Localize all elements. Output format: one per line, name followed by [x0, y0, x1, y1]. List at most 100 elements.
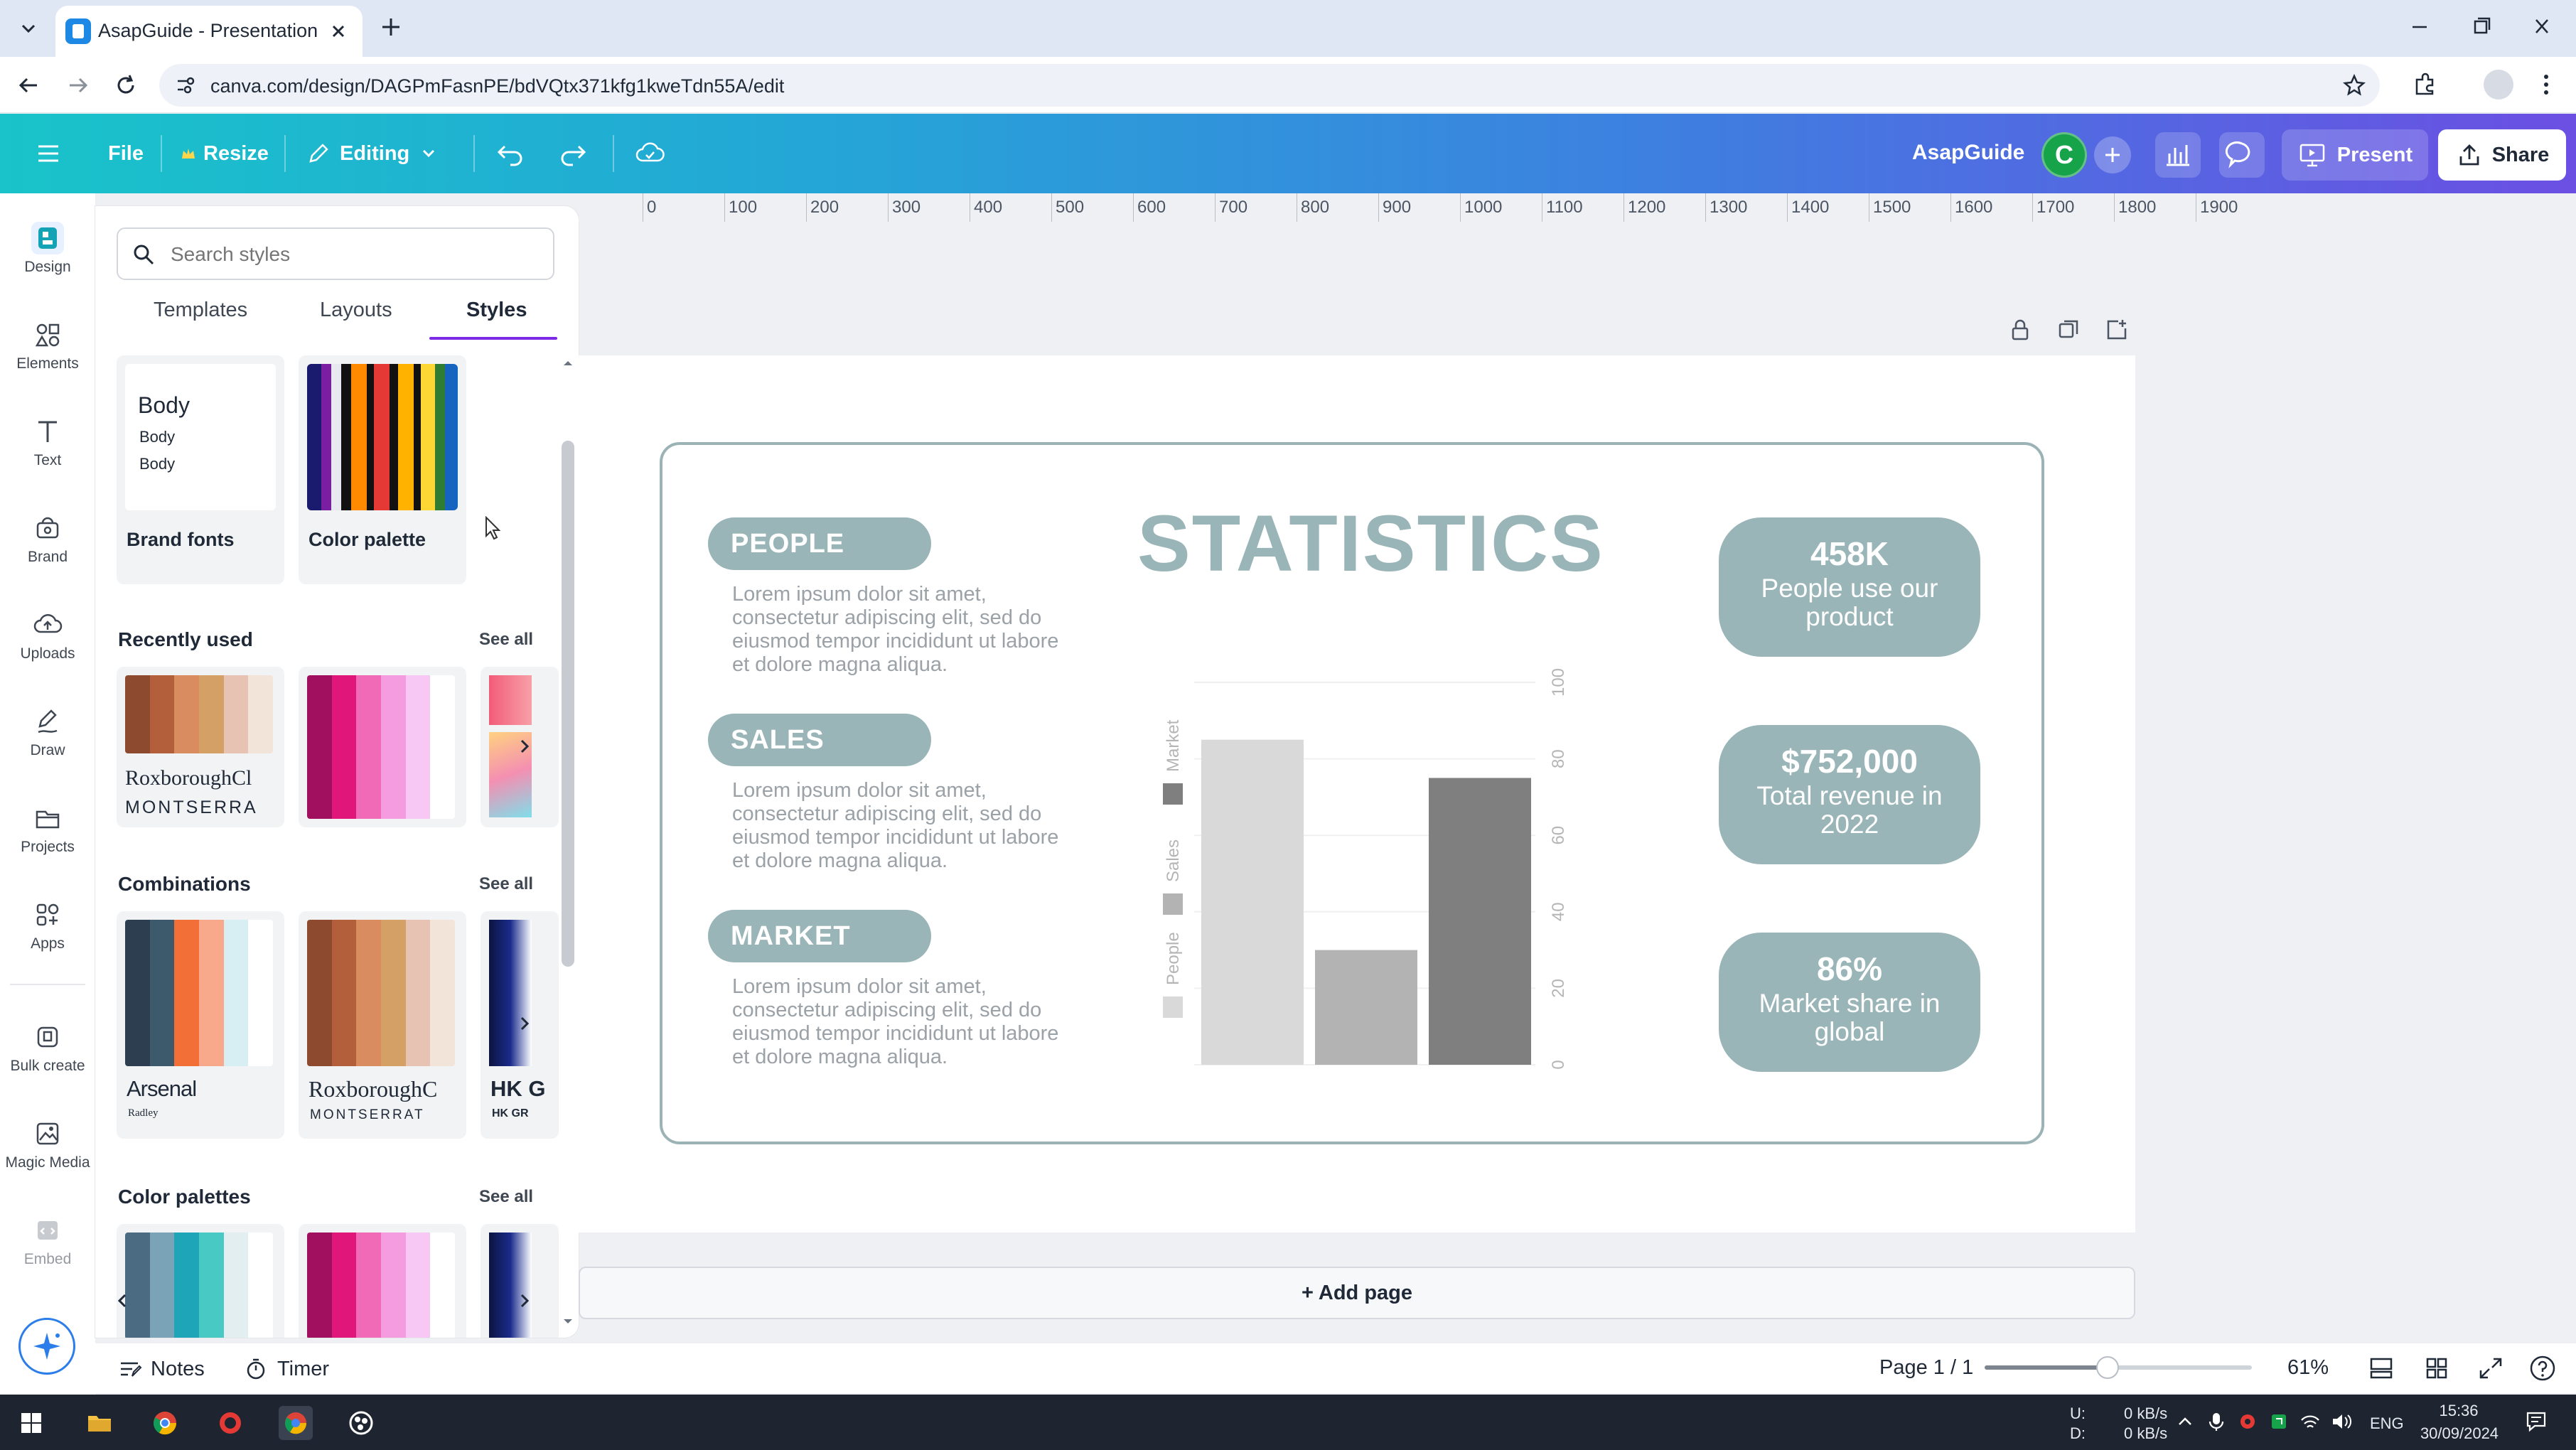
grid-view-icon[interactable]: [2422, 1355, 2451, 1382]
chrome-active-icon[interactable]: [274, 1402, 317, 1444]
tab-templates[interactable]: Templates: [154, 299, 247, 322]
section-label-people[interactable]: PEOPLE: [708, 517, 931, 570]
slide-title[interactable]: STATISTICS: [1137, 498, 1604, 589]
magic-assistant-button[interactable]: [18, 1318, 75, 1375]
recently-used-see-all[interactable]: See all: [479, 630, 533, 650]
restore-icon[interactable]: [2461, 11, 2501, 43]
add-collaborator-button[interactable]: [2094, 136, 2131, 173]
stat-box-market[interactable]: 86% Market share in global: [1719, 933, 1980, 1072]
recent-palette-card[interactable]: [299, 667, 466, 827]
back-icon[interactable]: [13, 69, 45, 102]
insights-button[interactable]: [2155, 132, 2201, 178]
color-palette-card[interactable]: Color palette: [299, 355, 466, 584]
rail-item-brand[interactable]: Brand: [0, 503, 95, 589]
zoom-level[interactable]: 61%: [2287, 1356, 2329, 1380]
rail-item-apps[interactable]: Apps: [0, 890, 95, 975]
share-button[interactable]: Share: [2438, 129, 2566, 181]
recording-tray-icon[interactable]: [2235, 1409, 2260, 1434]
timer-button[interactable]: Timer: [243, 1356, 329, 1382]
section-label-market[interactable]: MARKET: [708, 910, 931, 962]
language-indicator[interactable]: ENG: [2370, 1414, 2404, 1433]
tab-search-button[interactable]: [10, 10, 47, 47]
chevron-left-icon[interactable]: [109, 1288, 135, 1314]
clock-date[interactable]: 30/09/2024: [2410, 1424, 2509, 1443]
palette-card-navy[interactable]: [481, 1224, 559, 1338]
tab-styles[interactable]: Styles: [466, 299, 527, 322]
section-label-sales[interactable]: SALES: [708, 714, 931, 766]
color-palettes-see-all[interactable]: See all: [479, 1187, 533, 1207]
more-options-icon[interactable]: [2532, 70, 2560, 100]
help-icon[interactable]: [2528, 1353, 2558, 1383]
chrome-icon[interactable]: [144, 1402, 186, 1444]
rail-item-embed[interactable]: Embed: [0, 1205, 95, 1291]
chevron-right-icon[interactable]: [512, 734, 537, 759]
windows-start-icon[interactable]: [10, 1402, 53, 1444]
combinations-see-all[interactable]: See all: [479, 874, 533, 894]
new-tab-icon[interactable]: [375, 11, 407, 43]
main-menu-icon[interactable]: [33, 138, 64, 169]
comments-button[interactable]: [2219, 132, 2265, 178]
chevron-right-icon[interactable]: [512, 1288, 537, 1314]
bar-chart[interactable]: 0 20 40 60 80 100 People Sales Market: [1137, 654, 1578, 1080]
wifi-icon[interactable]: [2297, 1409, 2323, 1434]
notifications-icon[interactable]: [2522, 1407, 2550, 1436]
rail-item-bulk-create[interactable]: Bulk create: [0, 1012, 95, 1097]
combination-card-roxborough[interactable]: RoxboroughC MONTSERRAT: [299, 911, 466, 1139]
add-page-icon[interactable]: [2103, 316, 2131, 344]
extensions-icon[interactable]: [2410, 70, 2440, 100]
close-tab-icon[interactable]: [326, 18, 351, 44]
notes-button[interactable]: Notes: [117, 1356, 205, 1382]
rail-item-uploads[interactable]: Uploads: [0, 600, 95, 685]
zoom-slider-thumb[interactable]: [2095, 1356, 2119, 1379]
scroll-up-icon[interactable]: [560, 355, 576, 371]
close-window-icon[interactable]: [2522, 11, 2562, 43]
reload-icon[interactable]: [109, 69, 142, 102]
pages-view-icon[interactable]: [2367, 1355, 2395, 1382]
tab-layouts[interactable]: Layouts: [320, 299, 392, 322]
scroll-down-icon[interactable]: [560, 1314, 576, 1329]
redo-icon[interactable]: [556, 136, 590, 171]
cloud-saved-icon[interactable]: [633, 136, 667, 171]
profile-avatar[interactable]: [2484, 70, 2513, 100]
rail-item-draw[interactable]: Draw: [0, 697, 95, 782]
rail-item-projects[interactable]: Projects: [0, 793, 95, 879]
rail-item-design[interactable]: Design: [0, 213, 95, 299]
palette-card-teal[interactable]: [117, 1224, 284, 1338]
minimize-icon[interactable]: [2400, 11, 2440, 43]
recent-style-card[interactable]: RoxboroughCl MONTSERRA: [117, 667, 284, 827]
search-styles-input[interactable]: [169, 239, 542, 270]
file-menu-button[interactable]: File: [108, 135, 144, 172]
volume-icon[interactable]: [2329, 1409, 2354, 1434]
stat-box-people[interactable]: 458K People use our product: [1719, 517, 1980, 657]
duplicate-page-icon[interactable]: [2054, 316, 2083, 344]
resize-button[interactable]: Resize: [179, 135, 269, 172]
site-settings-icon[interactable]: [173, 74, 196, 97]
clock-time[interactable]: 15:36: [2420, 1402, 2498, 1420]
fullscreen-icon[interactable]: [2476, 1355, 2505, 1382]
add-page-button[interactable]: + Add page: [579, 1267, 2135, 1319]
microphone-icon[interactable]: [2204, 1409, 2229, 1434]
section-text-people[interactable]: Lorem ipsum dolor sit amet, consectetur …: [732, 583, 1109, 677]
rail-item-elements[interactable]: Elements: [0, 310, 95, 395]
app-tray-icon[interactable]: [2266, 1409, 2292, 1434]
rail-item-text[interactable]: Text: [0, 407, 95, 492]
url-field[interactable]: canva.com/design/DAGPmFasnPE/bdVQtx371kf…: [159, 64, 2380, 107]
team-name[interactable]: AsapGuide: [1912, 141, 2024, 165]
section-text-market[interactable]: Lorem ipsum dolor sit amet, consectetur …: [732, 975, 1109, 1069]
search-styles-field[interactable]: [117, 227, 554, 280]
editing-mode-dropdown[interactable]: Editing: [306, 135, 439, 172]
file-explorer-icon[interactable]: [78, 1402, 121, 1444]
undo-icon[interactable]: [493, 136, 527, 171]
rail-item-magic-media[interactable]: Magic Media: [0, 1109, 95, 1194]
bookmark-star-icon[interactable]: [2341, 72, 2367, 98]
stat-box-revenue[interactable]: $752,000 Total revenue in 2022: [1719, 725, 1980, 864]
obs-studio-icon[interactable]: [340, 1402, 382, 1444]
combination-card-arsenal[interactable]: Arsenal Radley: [117, 911, 284, 1139]
brand-fonts-card[interactable]: Body Body Body Brand fonts: [117, 355, 284, 584]
user-avatar[interactable]: C: [2041, 132, 2087, 178]
panel-scroll-thumb[interactable]: [562, 441, 574, 967]
recorder-app-icon[interactable]: [209, 1402, 252, 1444]
page-indicator[interactable]: Page 1 / 1: [1879, 1356, 1973, 1380]
present-button[interactable]: Present: [2282, 129, 2428, 181]
browser-tab[interactable]: AsapGuide - Presentation: [55, 6, 363, 57]
